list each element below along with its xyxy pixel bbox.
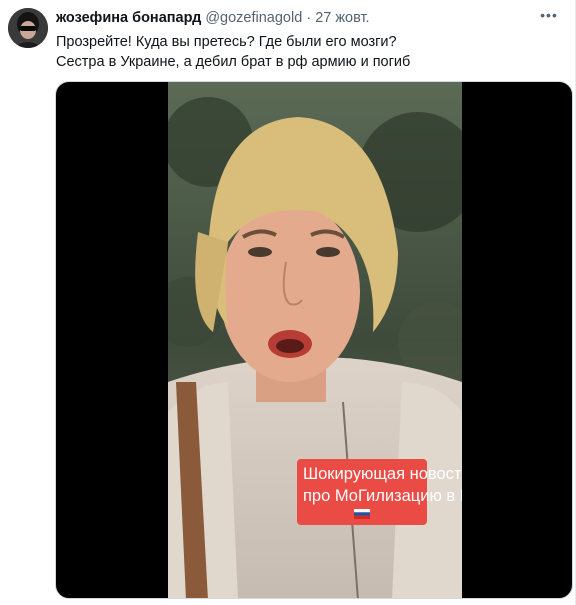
caption-line: про МоГилизацию в РФ bbox=[303, 487, 462, 505]
russian-flag-icon bbox=[354, 509, 370, 519]
avatar-image bbox=[8, 8, 48, 48]
tweet-header: жозефина бонапард @gozefinagold · 27 жов… bbox=[56, 9, 370, 27]
video-frame: Шокирующая новость про МоГилизацию в РФ bbox=[168, 82, 462, 598]
tweet-text-line: Сестра в Украине, а дебил брат в рф арми… bbox=[56, 54, 411, 70]
video-player[interactable]: Шокирующая новость про МоГилизацию в РФ bbox=[55, 81, 573, 599]
author-handle[interactable]: @gozefinagold bbox=[205, 10, 302, 26]
separator: · bbox=[306, 10, 312, 26]
video-caption: Шокирующая новость про МоГилизацию в РФ bbox=[297, 459, 462, 525]
avatar[interactable] bbox=[8, 8, 48, 48]
caption-line: Шокирующая новость bbox=[303, 465, 462, 483]
tweet-text: Прозрейте! Куда вы претесь? Где были его… bbox=[56, 32, 556, 72]
tweet-date[interactable]: 27 жовт. bbox=[315, 10, 369, 26]
more-icon[interactable]: ••• bbox=[537, 8, 561, 28]
tweet-text-line: Прозрейте! Куда вы претесь? Где были его… bbox=[56, 34, 397, 50]
tweet[interactable]: жозефина бонапард @gozefinagold · 27 жов… bbox=[0, 0, 576, 605]
author-name[interactable]: жозефина бонапард bbox=[56, 10, 201, 26]
